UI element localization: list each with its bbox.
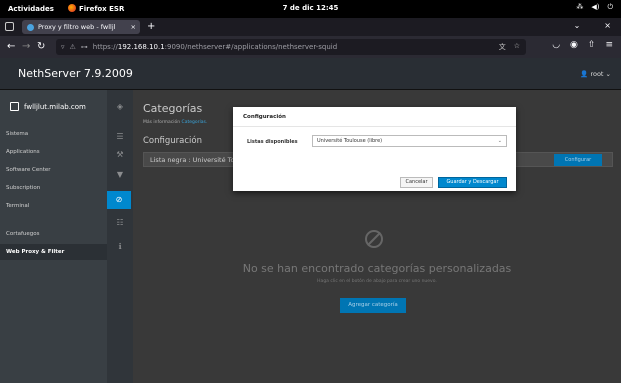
sidebar-item-sistema[interactable]: Sistema (0, 126, 107, 142)
sidebar-item-web-proxy[interactable]: Web Proxy & Filter (0, 244, 107, 260)
tab-strip: Proxy y filtro web - fwlljl × + ⌄ × (0, 18, 621, 36)
filter-icon[interactable]: ▼ (107, 170, 133, 179)
key-icon: ⊶ (80, 43, 88, 51)
lists-label: Listas disponibles (247, 139, 298, 145)
tab-close-icon[interactable]: × (131, 23, 136, 31)
brand[interactable]: NethServer 7.9.2009 (18, 67, 133, 80)
app-icon-strip: ◈ ☰ ⚒ ▼ ⊘ ☷ ℹ (107, 90, 133, 383)
account-icon[interactable]: ◉ (570, 40, 578, 50)
clock[interactable]: 7 de dic 12:45 (0, 4, 621, 12)
lock-warning-icon[interactable]: ⚠ (70, 43, 76, 51)
app-header: NethServer 7.9.2009 👤 root ⌄ (0, 58, 621, 90)
back-icon[interactable]: ← (7, 41, 15, 52)
add-category-button[interactable]: Agregar categoría (340, 298, 406, 313)
modal-header: Configuración (233, 107, 516, 127)
url-text: https://192.168.10.1:9090/nethserver#/ap… (92, 43, 338, 51)
window-close-icon[interactable]: × (604, 21, 611, 30)
empty-state-subtitle: Haga clic en el botón de abajo para crea… (317, 279, 437, 284)
sidebar-item-terminal[interactable]: Terminal (0, 198, 107, 214)
empty-state-ban-icon (365, 230, 383, 248)
tab-list-icon[interactable] (5, 22, 14, 31)
network-icon[interactable]: ⁂ (576, 3, 583, 12)
pocket-icon[interactable]: ◡ (552, 40, 560, 50)
more-info-link[interactable]: Categorías. (182, 120, 208, 125)
sidebar-item-cortafuegos[interactable]: Cortafuegos (0, 226, 107, 242)
lists-select[interactable]: Université Toulouse (libre) ⌄ (312, 135, 507, 147)
shield-icon[interactable]: ▿ (61, 43, 65, 51)
menu-icon[interactable]: ≡ (605, 40, 613, 50)
lists-select-value: Université Toulouse (libre) (317, 138, 383, 144)
list-icon[interactable]: ☰ (107, 132, 133, 141)
translate-icon[interactable]: 文 (499, 42, 506, 52)
chevron-down-icon: ⌄ (497, 138, 502, 144)
host-selector[interactable]: fwlljlut.milab.com (10, 102, 86, 111)
new-tab-button[interactable]: + (147, 21, 155, 32)
shield-icon[interactable]: ◈ (107, 102, 133, 111)
forward-icon[interactable]: → (22, 41, 30, 52)
chevron-down-icon[interactable]: ⌄ (574, 21, 581, 30)
configure-button[interactable]: Configurar (554, 154, 602, 166)
modal-title: Configuración (243, 114, 286, 120)
host-name: fwlljlut.milab.com (24, 102, 86, 111)
tab-title: Proxy y filtro web - fwlljl (38, 23, 116, 31)
extensions-icon[interactable]: ⇧ (588, 40, 596, 50)
cancel-button[interactable]: Cancelar (400, 177, 433, 188)
gnome-top-bar: Actividades Firefox ESR 7 de dic 12:45 ⁂… (0, 0, 621, 18)
nav-bar: ← → ↻ ▿ ⚠ ⊶ https://192.168.10.1:9090/ne… (0, 36, 621, 58)
page-title: Categorías (143, 102, 203, 115)
favicon-icon (27, 23, 34, 31)
server-icon (10, 102, 19, 111)
sidebar-item-software-center[interactable]: Software Center (0, 162, 107, 178)
table-icon[interactable]: ☷ (107, 218, 133, 227)
sidebar: fwlljlut.milab.com Sistema Applications … (0, 90, 107, 383)
user-menu[interactable]: 👤 root ⌄ (580, 70, 611, 78)
browser-tab[interactable]: Proxy y filtro web - fwlljl × (22, 20, 140, 34)
more-info: Más información Categorías. (143, 120, 208, 125)
save-download-button[interactable]: Guardar y Descargar (438, 177, 507, 188)
sidebar-item-applications[interactable]: Applications (0, 144, 107, 160)
sidebar-item-subscription[interactable]: Subscription (0, 180, 107, 196)
volume-icon[interactable]: ◀) (591, 3, 599, 12)
wrench-icon[interactable]: ⚒ (107, 150, 133, 159)
section-title: Configuración (143, 136, 202, 146)
info-icon[interactable]: ℹ (107, 242, 133, 251)
empty-state-title: No se han encontrado categorías personal… (242, 262, 512, 275)
configuration-modal: Configuración Listas disponibles Univers… (233, 107, 516, 191)
reload-icon[interactable]: ↻ (37, 41, 45, 52)
power-icon[interactable]: ⏻ (607, 3, 613, 12)
ban-icon[interactable]: ⊘ (107, 191, 131, 209)
url-bar[interactable]: ▿ ⚠ ⊶ https://192.168.10.1:9090/nethserv… (56, 39, 526, 55)
bookmark-star-icon[interactable]: ☆ (514, 42, 520, 52)
